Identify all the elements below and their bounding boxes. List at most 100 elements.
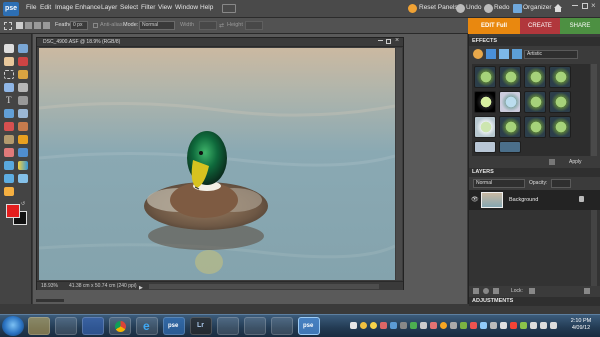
adjustments-panel-header[interactable]: ADJUSTMENTS <box>469 297 600 306</box>
opacity-input[interactable] <box>551 179 571 188</box>
menu-layer[interactable]: Layer <box>101 4 117 11</box>
layers-scrollbar[interactable] <box>591 210 597 286</box>
adjustment-layer-icon[interactable] <box>483 288 489 294</box>
tray-icon[interactable] <box>360 322 367 329</box>
selection-brush-icon[interactable] <box>18 83 28 92</box>
layer-name[interactable]: Background <box>509 197 538 203</box>
effect-thumb[interactable] <box>549 66 571 88</box>
foreground-color-swatch[interactable] <box>6 204 20 218</box>
zoom-tool-icon[interactable] <box>18 44 28 53</box>
tray-icon[interactable] <box>460 322 467 329</box>
blend-mode-select[interactable]: Normal <box>473 179 525 188</box>
effects-scrollbar[interactable] <box>591 64 597 156</box>
redo-icon[interactable] <box>484 4 493 13</box>
eyedropper-icon[interactable] <box>18 57 28 66</box>
effect-thumb[interactable] <box>524 91 546 113</box>
blur-icon[interactable] <box>18 174 28 183</box>
all-effects-icon[interactable] <box>512 49 522 59</box>
pse-taskbar-icon[interactable]: pse <box>163 317 185 335</box>
effect-thumb[interactable] <box>499 66 521 88</box>
type-tool-icon[interactable]: T <box>6 95 12 105</box>
lightroom-taskbar-icon[interactable]: Lr <box>190 317 212 335</box>
info-arrow-icon[interactable]: ▶ <box>139 284 143 292</box>
menu-image[interactable]: Image <box>55 4 73 11</box>
swap-icon[interactable]: ⇄ <box>219 22 224 29</box>
clone-stamp-icon[interactable] <box>4 135 14 144</box>
effect-thumb[interactable] <box>499 91 521 113</box>
volume-icon[interactable] <box>540 322 547 329</box>
hand-tool-icon[interactable] <box>4 57 14 66</box>
reset-panels-button[interactable]: Reset Panels <box>419 4 458 11</box>
move-tool-icon[interactable] <box>4 44 14 53</box>
marquee-tool-icon[interactable] <box>4 22 12 30</box>
add-selection-icon[interactable] <box>25 22 32 29</box>
organizer-icon[interactable] <box>513 4 522 13</box>
new-layer-icon[interactable] <box>473 288 479 294</box>
undo-button[interactable]: Undo <box>466 4 482 11</box>
straighten-icon[interactable] <box>18 109 28 118</box>
tray-icon[interactable] <box>490 322 497 329</box>
intersect-selection-icon[interactable] <box>43 22 50 29</box>
minimize-icon[interactable] <box>572 5 578 6</box>
swap-colors-icon[interactable]: ↺ <box>21 201 25 207</box>
tray-icon[interactable] <box>440 322 447 329</box>
menu-select[interactable]: Select <box>120 4 138 11</box>
tray-icon[interactable] <box>370 322 377 329</box>
subtract-selection-icon[interactable] <box>34 22 41 29</box>
project-bin-handle[interactable] <box>36 299 64 302</box>
layers-panel-header[interactable]: LAYERS <box>469 168 600 177</box>
system-clock[interactable]: 2:10 PM 4/09/12 <box>564 318 598 332</box>
tray-icon[interactable] <box>470 322 477 329</box>
photo-effects-icon[interactable] <box>499 49 509 59</box>
feather-input[interactable]: 0 px <box>70 21 88 30</box>
tray-icon[interactable] <box>350 322 357 329</box>
photo-canvas[interactable] <box>39 48 395 280</box>
effect-thumb[interactable] <box>499 116 521 138</box>
menu-edit[interactable]: Edit <box>40 4 51 11</box>
new-selection-icon[interactable] <box>16 22 23 29</box>
tab-share[interactable]: SHARE <box>560 18 600 34</box>
gradient-icon[interactable] <box>18 161 28 170</box>
maximize-icon[interactable] <box>582 3 588 9</box>
paint-bucket-icon[interactable] <box>4 161 14 170</box>
tray-icon[interactable] <box>430 322 437 329</box>
tray-icon[interactable] <box>510 322 517 329</box>
menu-window[interactable]: Window <box>175 4 198 11</box>
crop-icon[interactable] <box>18 96 28 105</box>
media-taskbar-icon[interactable] <box>217 317 239 335</box>
layer-styles-icon[interactable] <box>486 49 496 59</box>
vertical-scrollbar[interactable] <box>396 48 402 280</box>
healing-brush-icon[interactable] <box>18 122 28 131</box>
brush-icon[interactable] <box>18 148 28 157</box>
horizontal-scrollbar[interactable] <box>149 284 379 289</box>
start-button[interactable] <box>2 316 24 336</box>
effect-thumb[interactable] <box>474 91 496 113</box>
effects-panel-header[interactable]: EFFECTS <box>469 37 600 46</box>
network-icon[interactable] <box>530 322 537 329</box>
explorer-taskbar-icon[interactable] <box>28 317 50 335</box>
effects-trash-icon[interactable] <box>549 159 555 165</box>
organizer-button[interactable]: Organizer <box>523 4 552 11</box>
arrange-icon[interactable] <box>222 4 236 13</box>
chrome-taskbar-icon[interactable] <box>109 317 131 335</box>
panel-trash-icon[interactable] <box>584 288 590 294</box>
effects-category-select[interactable]: Artistic <box>524 50 578 59</box>
menu-help[interactable]: Help <box>200 4 213 11</box>
tray-icon[interactable] <box>390 322 397 329</box>
mode-select[interactable]: Normal <box>139 21 175 30</box>
filters-icon[interactable] <box>473 49 483 59</box>
apply-button[interactable]: Apply <box>569 159 582 165</box>
lock-transparency-icon[interactable] <box>529 288 535 294</box>
pencil-icon[interactable] <box>18 135 28 144</box>
menu-enhance[interactable]: Enhance <box>75 4 101 11</box>
height-input[interactable] <box>245 21 263 30</box>
doc-minimize-icon[interactable] <box>378 40 383 41</box>
tab-edit-full[interactable]: EDIT Full <box>468 18 520 34</box>
menu-filter[interactable]: Filter <box>141 4 155 11</box>
word-taskbar-icon[interactable] <box>82 317 104 335</box>
sponge-icon[interactable] <box>4 187 14 196</box>
effect-thumb[interactable] <box>474 66 496 88</box>
zoom-level[interactable]: 18.93% <box>41 282 58 290</box>
lasso-icon[interactable] <box>18 70 28 79</box>
tray-icon[interactable] <box>520 322 527 329</box>
